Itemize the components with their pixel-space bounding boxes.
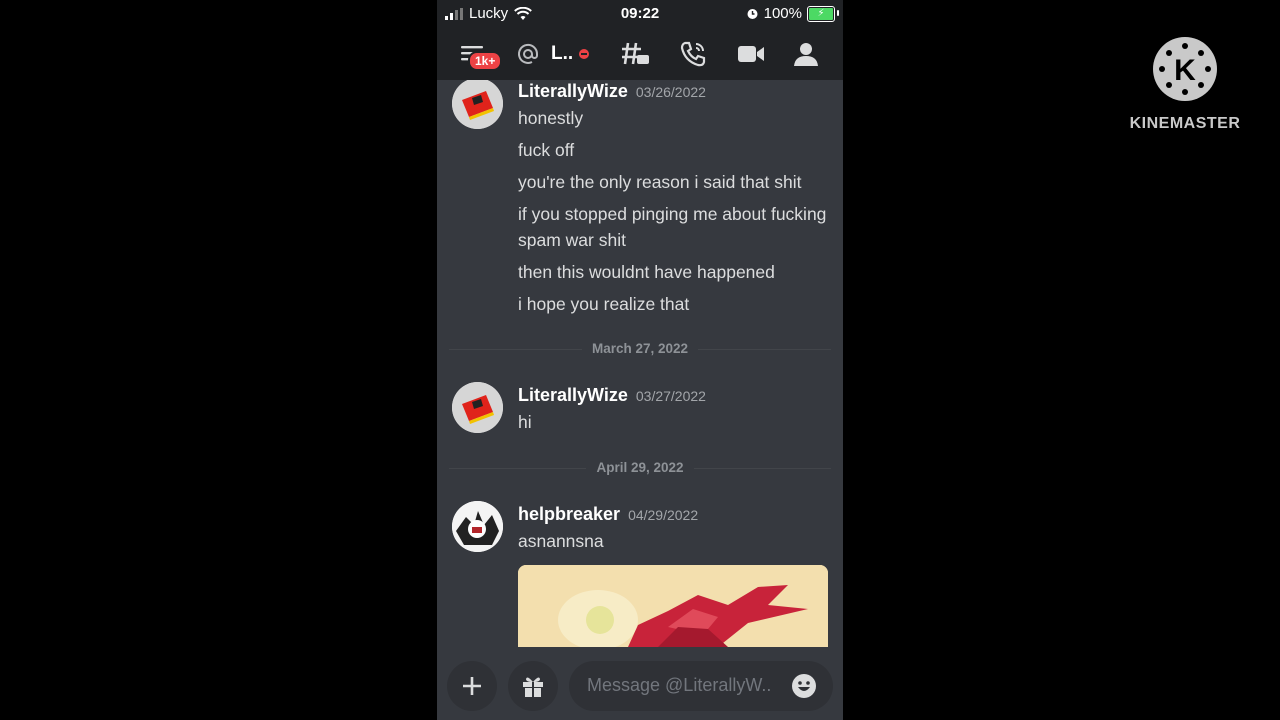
members-icon [794, 43, 818, 66]
date-divider: April 29, 2022 [437, 460, 843, 475]
voice-call-button[interactable] [675, 38, 711, 70]
status-bar: Lucky 09:22 100% ⚡ [437, 0, 843, 28]
kinemaster-label: KINEMASTER [1129, 115, 1241, 132]
dnd-status-icon [579, 49, 590, 59]
date-divider: March 27, 2022 [437, 341, 843, 356]
message-text: honestly [518, 108, 584, 128]
message-text: asnannsna [518, 531, 604, 551]
message-text: if you stopped pinging me about fucking … [518, 204, 827, 250]
phone-screen: Lucky 09:22 100% ⚡ 1k+ L.. LiterallyWize… [437, 0, 843, 720]
gift-icon [523, 677, 543, 697]
message-list[interactable]: LiterallyWize 03/26/2022 honestly fuck of… [437, 80, 843, 647]
alarm-icon [747, 9, 758, 19]
message-author[interactable]: helpbreaker 04/29/2022 [518, 504, 698, 525]
emoji-icon[interactable] [791, 673, 817, 699]
video-frame: Lucky 09:22 100% ⚡ 1k+ L.. LiterallyWize… [0, 0, 1280, 720]
call-icon [680, 41, 706, 67]
message-composer: Message @LiterallyW.. [437, 647, 843, 720]
message-text: you're the only reason i said that shit [518, 172, 802, 192]
message-author[interactable]: LiterallyWize 03/27/2022 [518, 385, 706, 406]
channel-toolbar: 1k+ L.. [437, 28, 843, 80]
add-attachment-button[interactable] [447, 661, 497, 711]
message-text: fuck off [518, 140, 575, 160]
video-icon [738, 46, 764, 62]
message-timestamp: 03/26/2022 [635, 84, 706, 100]
message-text: then this wouldnt have happened [518, 262, 775, 282]
gift-button[interactable] [508, 661, 558, 711]
message-input-placeholder: Message @LiterallyW.. [587, 675, 772, 695]
message-timestamp: 03/27/2022 [635, 388, 706, 404]
battery-icon: ⚡ [807, 5, 839, 22]
unread-badge: 1k+ [468, 51, 503, 71]
dm-title[interactable]: L.. [517, 38, 605, 70]
video-call-button[interactable] [733, 38, 769, 70]
avatar[interactable] [452, 382, 503, 433]
threads-button[interactable] [617, 38, 653, 70]
kinemaster-logo: K [1153, 37, 1217, 101]
kinemaster-logo-letter: K [1174, 54, 1196, 87]
message-text: hi [518, 412, 532, 432]
plus-icon [463, 677, 481, 695]
avatar[interactable] [452, 501, 503, 552]
members-button[interactable] [789, 38, 825, 70]
channel-name: L.. [551, 43, 574, 64]
threads-icon [622, 42, 649, 65]
avatar[interactable] [452, 80, 503, 129]
message-input[interactable]: Message @LiterallyW.. [569, 661, 833, 711]
message-timestamp: 04/29/2022 [628, 507, 699, 523]
message-text: i hope you realize that [518, 294, 690, 314]
image-attachment[interactable] [518, 565, 828, 647]
at-icon [518, 43, 539, 64]
kinemaster-watermark: K KINEMASTER [1120, 36, 1250, 136]
message-author[interactable]: LiterallyWize 03/26/2022 [518, 81, 706, 102]
battery-percent: 100% [763, 5, 802, 22]
